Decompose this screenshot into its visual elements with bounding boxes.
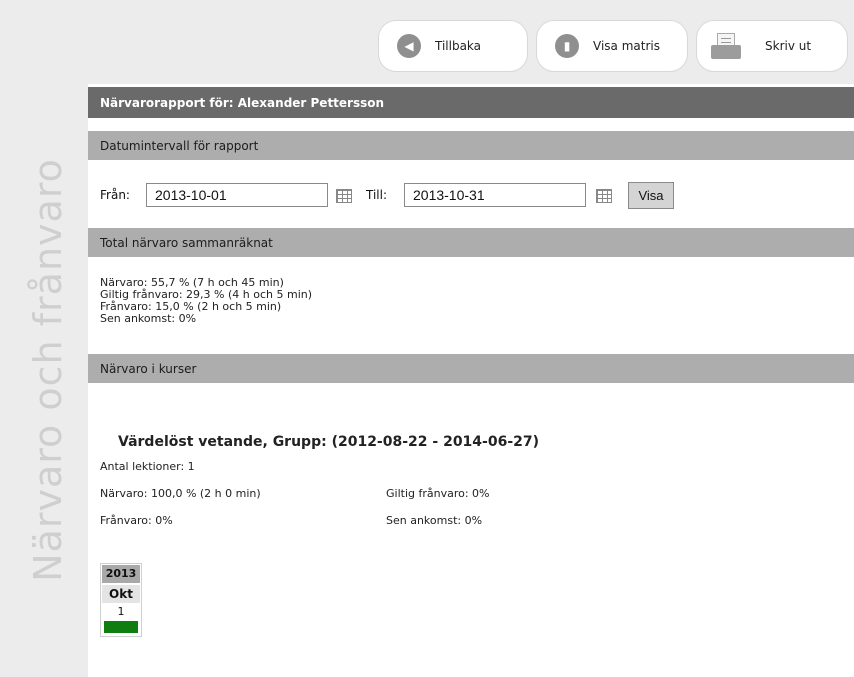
report-header-text: Närvarorapport för: Alexander Pettersson <box>100 95 385 110</box>
courses-section-header: Närvaro i kurser <box>88 354 854 383</box>
total-section-title: Total närvaro sammanräknat <box>100 235 273 250</box>
print-button[interactable]: Skriv ut <box>696 20 848 72</box>
show-report-button[interactable]: Visa <box>628 182 674 209</box>
total-late: Sen ankomst: 0% <box>100 312 197 325</box>
sidebar-title: Närvaro och frånvaro <box>10 90 86 650</box>
date-range-section-header: Datumintervall för rapport <box>88 131 854 160</box>
from-date-input[interactable]: 2013-10-01 <box>146 183 328 207</box>
back-button-label: Tillbaka <box>435 39 482 53</box>
to-label: Till: <box>366 188 388 202</box>
sidebar-title-text: Närvaro och frånvaro <box>26 158 70 582</box>
toolbar: ◀ Tillbaka ▮ Visa matris Skriv ut <box>88 0 854 84</box>
from-label: Från: <box>100 188 130 202</box>
show-matrix-label: Visa matris <box>593 39 660 53</box>
back-arrow-icon: ◀ <box>397 34 421 58</box>
courses-section-title: Närvaro i kurser <box>100 361 197 376</box>
date-range-row: Från: 2013-10-01 Till: 2013-10-31 Visa <box>100 181 840 211</box>
report-header: Närvarorapport för: Alexander Pettersson <box>88 87 854 118</box>
calendar-attendance-cell[interactable] <box>104 621 138 633</box>
calendar-year: 2013 <box>102 565 140 583</box>
course-absence: Frånvaro: 0% <box>100 514 173 527</box>
course-lessons: Antal lektioner: 1 <box>100 460 195 473</box>
print-button-label: Skriv ut <box>765 39 812 53</box>
total-summary: Närvaro: 55,7 % (7 h och 45 min) Giltig … <box>100 277 312 325</box>
document-icon: ▮ <box>555 34 579 58</box>
calendar-day: 1 <box>117 605 125 618</box>
to-date-input[interactable]: 2013-10-31 <box>404 183 586 207</box>
date-range-section-title: Datumintervall för rapport <box>100 138 259 153</box>
course-calendar: 2013 Okt 1 <box>100 563 142 637</box>
to-calendar-icon[interactable] <box>596 189 612 203</box>
total-section-header: Total närvaro sammanräknat <box>88 228 854 257</box>
show-matrix-button[interactable]: ▮ Visa matris <box>536 20 688 72</box>
course-valid-absence: Giltig frånvaro: 0% <box>386 487 490 500</box>
calendar-month: Okt <box>102 585 140 603</box>
course-title: Värdelöst vetande, Grupp: (2012-08-22 - … <box>118 434 540 450</box>
back-button[interactable]: ◀ Tillbaka <box>378 20 528 72</box>
from-calendar-icon[interactable] <box>336 189 352 203</box>
course-late: Sen ankomst: 0% <box>386 514 483 527</box>
main-panel: ◀ Tillbaka ▮ Visa matris Skriv ut Närvar… <box>88 0 854 677</box>
printer-icon <box>711 33 741 59</box>
course-attendance: Närvaro: 100,0 % (2 h 0 min) <box>100 487 261 500</box>
